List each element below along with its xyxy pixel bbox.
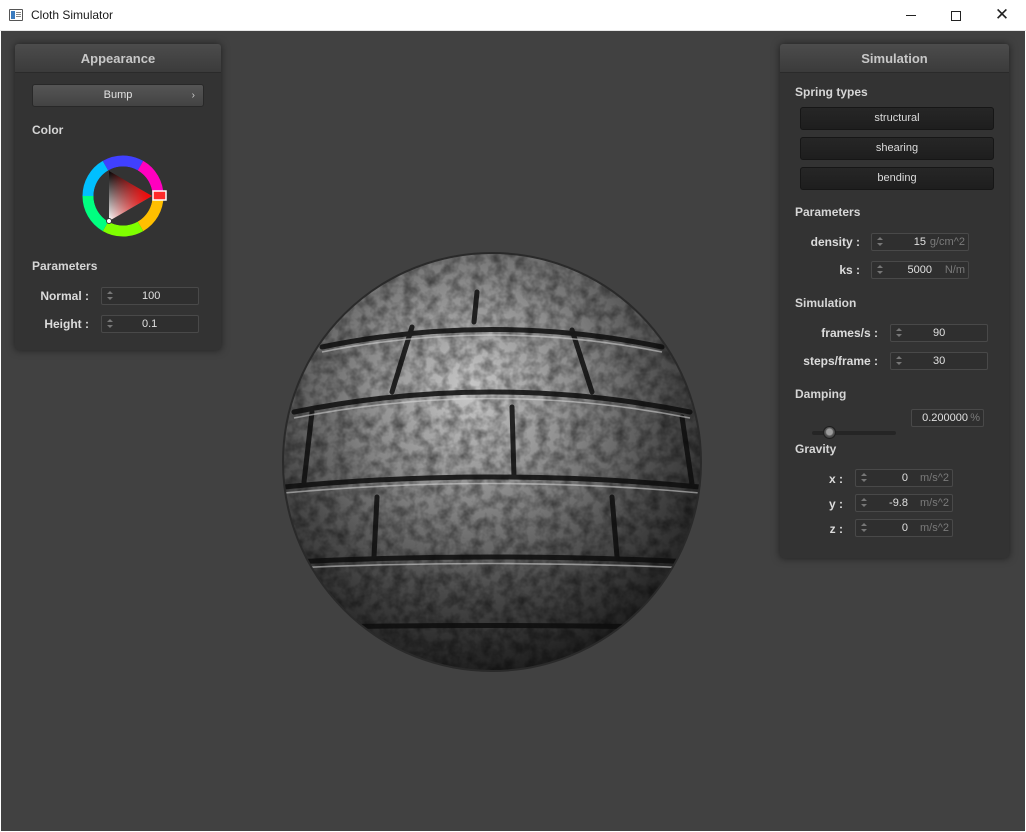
ks-unit: N/m — [944, 264, 965, 276]
gravity-y-input[interactable]: -9.8 m/s^2 — [855, 494, 953, 512]
gravity-y-unit: m/s^2 — [920, 497, 949, 509]
frames-input[interactable]: 90 — [890, 324, 988, 342]
gravity-z-input[interactable]: 0 m/s^2 — [855, 519, 953, 537]
steps-value: 30 — [933, 355, 946, 367]
window-title: Cloth Simulator — [31, 8, 114, 22]
maximize-icon — [951, 10, 961, 21]
close-icon: ✕ — [994, 5, 1010, 25]
bending-button[interactable]: bending — [800, 167, 994, 190]
gravity-z-value: 0 — [901, 522, 908, 534]
spin-arrows-icon[interactable] — [860, 522, 868, 534]
damping-unit: % — [970, 412, 980, 424]
shearing-button[interactable]: shearing — [800, 137, 994, 160]
render-viewport[interactable]: Appearance Bump › Color Parameters Norma… — [1, 31, 1025, 831]
app-icon — [9, 9, 23, 21]
density-value: 15 — [913, 236, 926, 248]
hue-selector[interactable] — [152, 190, 167, 201]
gravity-x-unit: m/s^2 — [920, 472, 949, 484]
ks-value: 5000 — [907, 264, 932, 276]
spin-arrows-icon[interactable] — [895, 355, 903, 367]
normal-value: 100 — [142, 290, 161, 302]
gravity-x-input[interactable]: 0 m/s^2 — [855, 469, 953, 487]
appearance-panel: Appearance Bump › Color Parameters Norma… — [15, 44, 221, 350]
height-input[interactable]: 0.1 — [101, 315, 199, 333]
height-label: Height : — [44, 317, 89, 331]
close-button[interactable]: ✕ — [979, 0, 1025, 31]
density-unit: g/cm^2 — [929, 236, 965, 248]
chevron-right-icon: › — [191, 90, 195, 101]
title-bar: Cloth Simulator ✕ — [0, 0, 1026, 31]
spin-arrows-icon[interactable] — [876, 264, 884, 276]
spin-arrows-icon[interactable] — [106, 318, 114, 330]
gravity-label: Gravity — [795, 442, 837, 456]
minimize-button[interactable] — [888, 0, 934, 31]
simulation-section-label: Simulation — [795, 296, 857, 310]
ks-label: ks : — [839, 263, 860, 277]
damping-input[interactable]: 0.200000 % — [911, 409, 984, 427]
damping-value: 0.200000 — [922, 412, 968, 424]
steps-input[interactable]: 30 — [890, 352, 988, 370]
simulation-panel: Simulation Spring types structural shear… — [780, 44, 1009, 558]
spin-arrows-icon[interactable] — [860, 472, 868, 484]
color-wheel[interactable] — [75, 148, 171, 244]
gravity-x-label: x : — [828, 472, 843, 486]
structural-button[interactable]: structural — [800, 107, 994, 130]
spin-arrows-icon[interactable] — [876, 236, 884, 248]
spin-arrows-icon[interactable] — [895, 327, 903, 339]
simulation-parameters-label: Parameters — [795, 205, 861, 219]
minimize-icon — [906, 15, 916, 16]
appearance-panel-title: Appearance — [15, 44, 221, 73]
bump-mapped-sphere[interactable] — [282, 252, 702, 672]
gravity-z-label: z : — [829, 522, 843, 536]
steps-label: steps/frame : — [803, 354, 878, 368]
normal-input[interactable]: 100 — [101, 287, 199, 305]
height-value: 0.1 — [142, 318, 158, 330]
gravity-z-unit: m/s^2 — [920, 522, 949, 534]
density-input[interactable]: 15 g/cm^2 — [871, 233, 969, 251]
shader-dropdown[interactable]: Bump › — [32, 84, 204, 107]
spring-types-label: Spring types — [795, 85, 868, 99]
damping-slider-knob[interactable] — [823, 426, 836, 439]
gravity-y-label: y : — [828, 497, 843, 511]
gravity-x-value: 0 — [901, 472, 908, 484]
density-label: density : — [810, 235, 860, 249]
color-section-label: Color — [32, 123, 64, 137]
simulation-panel-title: Simulation — [780, 44, 1009, 73]
appearance-parameters-label: Parameters — [32, 259, 98, 273]
gravity-y-value: -9.8 — [889, 497, 908, 509]
ks-input[interactable]: 5000 N/m — [871, 261, 969, 279]
spin-arrows-icon[interactable] — [106, 290, 114, 302]
frames-value: 90 — [933, 327, 946, 339]
shader-dropdown-label: Bump — [103, 89, 133, 101]
frames-label: frames/s : — [821, 326, 878, 340]
normal-label: Normal : — [40, 289, 89, 303]
color-selector[interactable] — [106, 218, 112, 224]
spin-arrows-icon[interactable] — [860, 497, 868, 509]
damping-label: Damping — [795, 387, 847, 401]
maximize-button[interactable] — [933, 0, 979, 31]
